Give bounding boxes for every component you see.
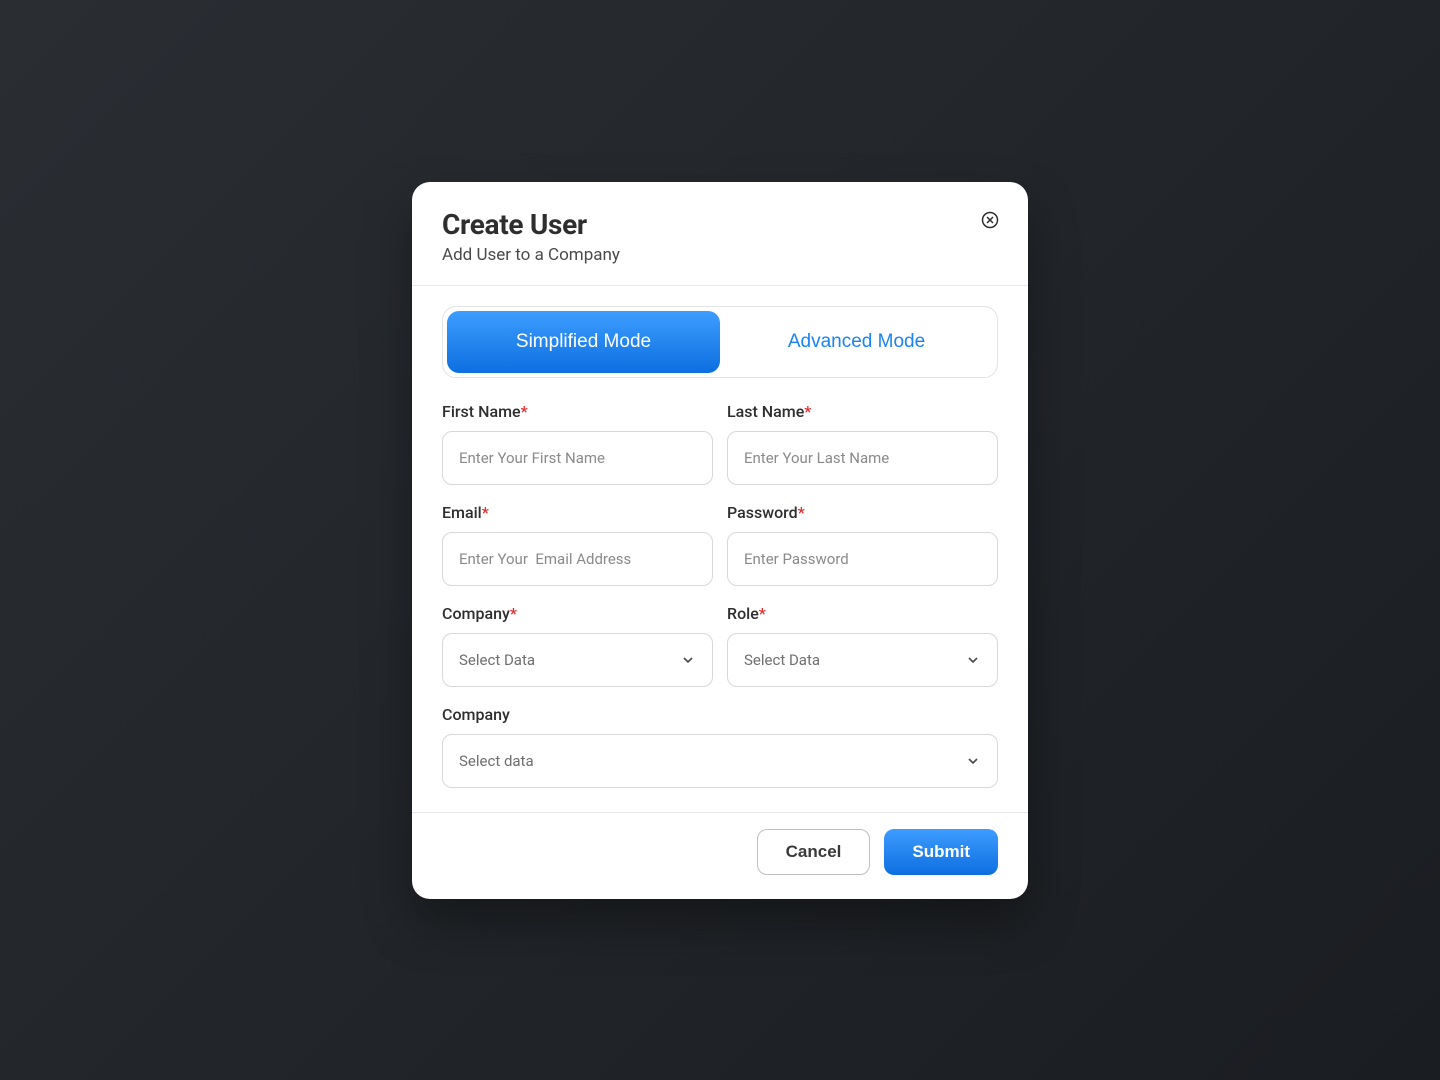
close-icon [981, 211, 999, 229]
chevron-down-icon [965, 753, 981, 769]
field-password: Password* [727, 503, 998, 586]
label-last-name: Last Name* [727, 402, 998, 421]
chevron-down-icon [965, 652, 981, 668]
company-select-value: Select Data [459, 651, 535, 669]
field-first-name: First Name* [442, 402, 713, 485]
role-select[interactable]: Select Data [727, 633, 998, 687]
label-company: Company* [442, 604, 713, 623]
company2-select-value: Select data [459, 752, 534, 770]
chevron-down-icon [680, 652, 696, 668]
first-name-input[interactable] [442, 431, 713, 485]
field-email: Email* [442, 503, 713, 586]
tab-advanced-mode[interactable]: Advanced Mode [720, 311, 993, 373]
create-user-modal: Create User Add User to a Company Simpli… [412, 182, 1028, 899]
modal-title: Create User [442, 208, 998, 241]
last-name-input[interactable] [727, 431, 998, 485]
company-select[interactable]: Select Data [442, 633, 713, 687]
modal-body: Simplified Mode Advanced Mode First Name… [412, 286, 1028, 812]
field-last-name: Last Name* [727, 402, 998, 485]
required-marker: * [510, 604, 517, 623]
required-marker: * [759, 604, 766, 623]
modal-header: Create User Add User to a Company [412, 182, 1028, 286]
label-role: Role* [727, 604, 998, 623]
company2-select[interactable]: Select data [442, 734, 998, 788]
required-marker: * [482, 503, 489, 522]
tab-simplified-mode[interactable]: Simplified Mode [447, 311, 720, 373]
field-role: Role* Select Data [727, 604, 998, 687]
role-select-value: Select Data [744, 651, 820, 669]
field-company: Company* Select Data [442, 604, 713, 687]
form-grid: First Name* Last Name* Email* Password* [442, 402, 998, 788]
modal-footer: Cancel Submit [412, 812, 1028, 899]
cancel-button[interactable]: Cancel [757, 829, 871, 875]
required-marker: * [804, 402, 811, 421]
submit-button[interactable]: Submit [884, 829, 998, 875]
label-password: Password* [727, 503, 998, 522]
label-first-name: First Name* [442, 402, 713, 421]
required-marker: * [798, 503, 805, 522]
label-company-2: Company [442, 705, 998, 724]
field-company-2: Company Select data [442, 705, 998, 788]
required-marker: * [521, 402, 528, 421]
modal-subtitle: Add User to a Company [442, 245, 998, 265]
password-input[interactable] [727, 532, 998, 586]
email-input[interactable] [442, 532, 713, 586]
label-email: Email* [442, 503, 713, 522]
mode-toggle: Simplified Mode Advanced Mode [442, 306, 998, 378]
close-button[interactable] [980, 210, 1000, 230]
